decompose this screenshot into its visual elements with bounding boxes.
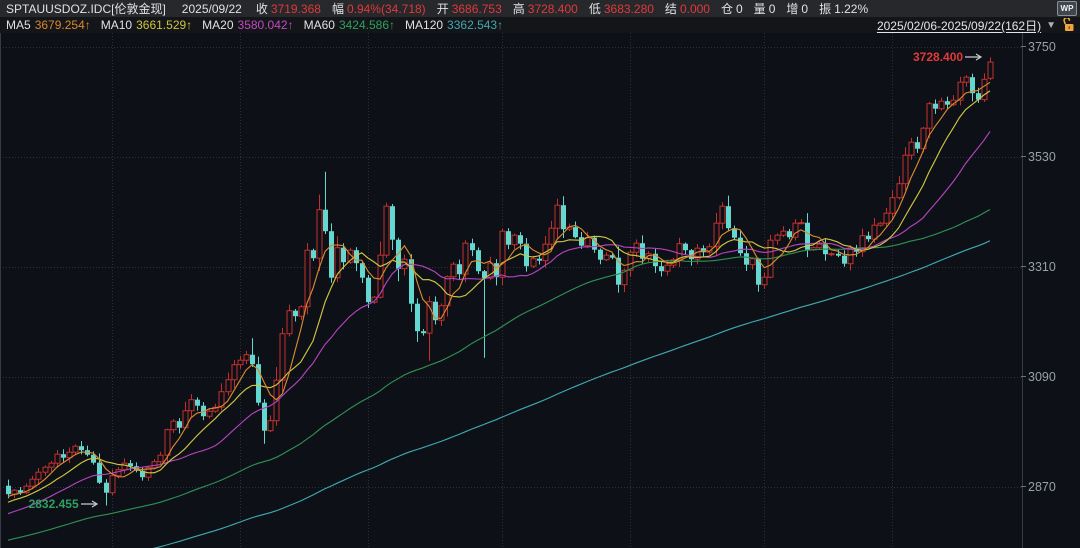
- ma-label: MA10: [101, 18, 132, 32]
- ma-legend-item: MA5 3679.254↑: [6, 18, 91, 32]
- quote-field-label: 幅: [332, 0, 344, 17]
- ma-label: MA60: [304, 18, 335, 32]
- quote-field-label: 结: [665, 0, 677, 17]
- ma-value: 3580.042↑: [238, 18, 294, 32]
- unlock-icon[interactable]: [1062, 18, 1075, 32]
- ma-value: 3424.586↑: [339, 18, 395, 32]
- quote-field: 仓0: [721, 0, 743, 17]
- quote-field-value: 3683.280: [604, 2, 654, 16]
- right-arrow-icon: [965, 53, 983, 61]
- quote-field: 低3683.280: [589, 0, 654, 17]
- low-price-annotation: 2832.455: [29, 497, 99, 511]
- ma-indicator-bar: MA53679.254↑MA103661.529↑MA203580.042↑MA…: [0, 17, 1080, 33]
- y-axis-label: 3530: [1028, 150, 1056, 164]
- quote-fields: 收3719.368 幅0.94%(34.718) 开3686.753 高3728.40…: [256, 0, 879, 17]
- quote-field: 振1.22%: [819, 0, 868, 17]
- y-axis-label: 3750: [1028, 40, 1056, 54]
- quote-date: 2025/09/22: [182, 2, 242, 16]
- ma-legend-item: MA60 3424.586↑: [304, 18, 395, 32]
- quote-field: 收3719.368: [256, 0, 321, 17]
- ma-value: 3661.529↑: [136, 18, 192, 32]
- quote-field-label: 收: [256, 0, 268, 17]
- axis-tick-mark: [1021, 376, 1026, 377]
- quote-field: 结0.000: [665, 0, 710, 17]
- quote-field-label: 量: [754, 0, 766, 17]
- quote-field-value: 0: [769, 2, 776, 16]
- y-axis-label: 3310: [1028, 260, 1056, 274]
- quote-field: 高3728.400: [513, 0, 578, 17]
- trading-app-window: SPTAUUSDOZ.IDC[伦敦金现] 2025/09/22 收3719.36…: [0, 0, 1080, 548]
- wp-badge-icon[interactable]: WP: [1057, 1, 1077, 16]
- y-axis-label: 2870: [1028, 480, 1056, 494]
- quote-field-value: 0: [736, 2, 743, 16]
- y-axis-label: 3090: [1028, 370, 1056, 384]
- quote-field-value: 0.94%(34.718): [347, 2, 426, 16]
- quote-field-value: 3728.400: [528, 2, 578, 16]
- right-arrow-icon: [81, 500, 99, 508]
- quote-field: 开3686.753: [437, 0, 502, 17]
- ma-legend-item: MA10 3661.529↑: [101, 18, 192, 32]
- quote-header-bar: SPTAUUSDOZ.IDC[伦敦金现] 2025/09/22 收3719.36…: [0, 0, 1080, 17]
- quote-field: 幅0.94%(34.718): [332, 0, 426, 17]
- annotation-price: 3728.400: [913, 50, 963, 64]
- chevron-down-icon[interactable]: ▼: [1046, 20, 1056, 31]
- ma-legend-item: MA20 3580.042↑: [202, 18, 293, 32]
- ma-legend-item: MA120 3362.543↑: [405, 18, 503, 32]
- ma-value: 3679.254↑: [35, 18, 91, 32]
- quote-field-value: 0.000: [680, 2, 710, 16]
- ma-value: 3362.543↑: [447, 18, 503, 32]
- axis-tick-mark: [1021, 486, 1026, 487]
- annotation-price: 2832.455: [29, 497, 79, 511]
- quote-field-label: 仓: [721, 0, 733, 17]
- quote-field-label: 振: [819, 0, 831, 17]
- quote-field-label: 增: [786, 0, 798, 17]
- quote-field-label: 开: [437, 0, 449, 17]
- ma-values: MA53679.254↑MA103661.529↑MA203580.042↑MA…: [6, 18, 513, 32]
- high-price-annotation: 3728.400: [913, 50, 983, 64]
- ma-label: MA120: [405, 18, 443, 32]
- symbol-title: SPTAUUSDOZ.IDC[伦敦金现]: [6, 0, 166, 17]
- axis-tick-mark: [1021, 46, 1026, 47]
- quote-field-label: 高: [513, 0, 525, 17]
- candlestick-chart-canvas[interactable]: [0, 33, 1022, 548]
- ma-label: MA20: [202, 18, 233, 32]
- date-range-selector[interactable]: 2025/02/06-2025/09/22(162日): [877, 17, 1041, 34]
- ma-label: MA5: [6, 18, 31, 32]
- quote-field: 量0: [754, 0, 776, 17]
- quote-field-value: 0: [801, 2, 808, 16]
- price-axis[interactable]: 3750 3530 3310 3090 2870: [1022, 33, 1080, 548]
- quote-field: 增0: [786, 0, 808, 17]
- chart-area: 3750 3530 3310 3090 2870 3728.400 2832.455: [0, 33, 1080, 548]
- quote-field-value: 3719.368: [271, 2, 321, 16]
- quote-field-value: 3686.753: [452, 2, 502, 16]
- quote-field-label: 低: [589, 0, 601, 17]
- axis-tick-mark: [1021, 156, 1026, 157]
- axis-tick-mark: [1021, 266, 1026, 267]
- quote-field-value: 1.22%: [834, 2, 868, 16]
